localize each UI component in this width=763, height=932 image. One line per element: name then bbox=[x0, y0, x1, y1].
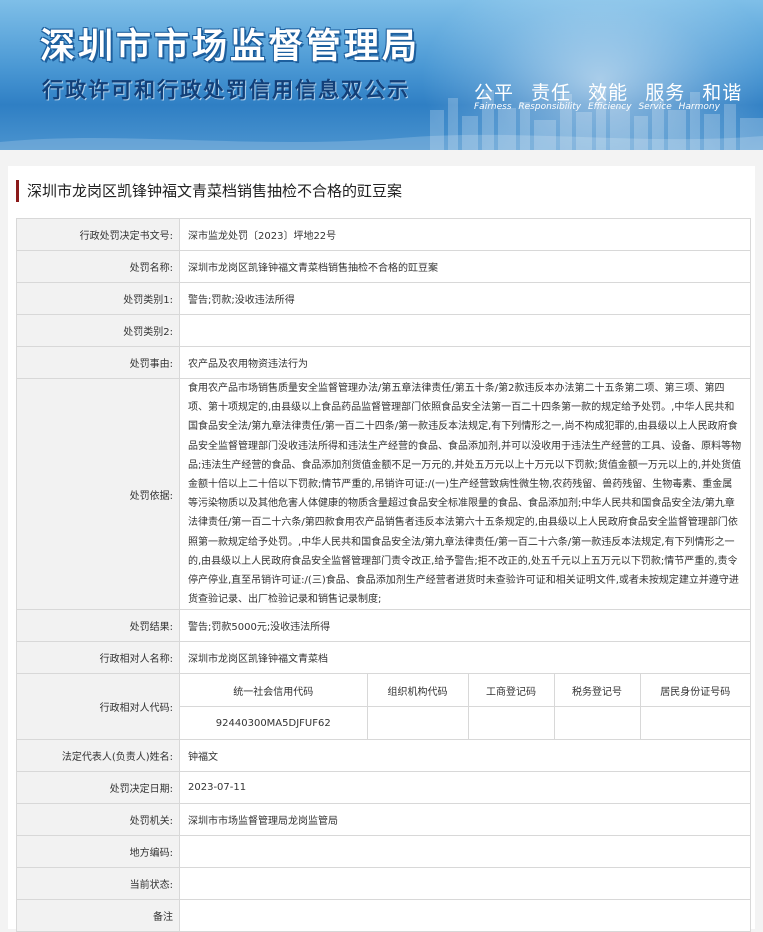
table-row: 行政相对人代码: 统一社会信用代码 组织机构代码 工商登记码 税务登记号 居民身… bbox=[16, 673, 751, 741]
site-subtitle: 行政许可和行政处罚信用信息双公示 bbox=[42, 78, 410, 102]
penalty-info-table: 行政处罚决定书文号: 深市监龙处罚〔2023〕坪地22号 处罚名称: 深圳市龙岗… bbox=[16, 218, 751, 932]
slogan-en-item: Fairness bbox=[474, 102, 512, 112]
table-row: 当前状态: bbox=[16, 867, 751, 901]
party-code-label: 行政相对人代码: bbox=[16, 673, 180, 741]
legal-rep-label: 法定代表人(负责人)姓名: bbox=[16, 739, 180, 773]
table-row: 处罚依据: 食用农产品市场销售质量安全监督管理办法/第五章法律责任/第五十条/第… bbox=[16, 377, 751, 611]
page-title: 深圳市龙岗区凯锋钟福文青菜档销售抽检不合格的豇豆案 bbox=[16, 180, 402, 202]
site-title: 深圳市市场监督管理局 bbox=[40, 27, 421, 67]
table-row: 法定代表人(负责人)姓名: 钟福文 bbox=[16, 739, 751, 773]
result-label: 处罚结果: bbox=[16, 609, 180, 643]
remark-label: 备注 bbox=[16, 899, 180, 932]
table-row: 处罚机关: 深圳市市场监督管理局龙岗监管局 bbox=[16, 803, 751, 837]
authority-label: 处罚机关: bbox=[16, 803, 180, 837]
party-code-header-row: 统一社会信用代码 组织机构代码 工商登记码 税务登记号 居民身份证号码 bbox=[180, 674, 750, 708]
party-code-header: 居民身份证号码 bbox=[639, 674, 750, 708]
table-row: 行政相对人名称: 深圳市龙岗区凯锋钟福文青菜档 bbox=[16, 641, 751, 675]
category2-value bbox=[179, 314, 751, 347]
slogan-en-item: Harmony bbox=[678, 102, 720, 112]
slogan-en-item: Service bbox=[638, 102, 672, 112]
slogan-item: 服务 bbox=[645, 82, 686, 104]
authority-value: 深圳市市场监督管理局龙岗监管局 bbox=[179, 803, 751, 837]
table-row: 处罚名称: 深圳市龙岗区凯锋钟福文青菜档销售抽检不合格的豇豆案 bbox=[16, 250, 751, 283]
party-name-label: 行政相对人名称: bbox=[16, 641, 180, 675]
decision-date-label: 处罚决定日期: bbox=[16, 771, 180, 805]
party-name-value: 深圳市龙岗区凯锋钟福文青菜档 bbox=[179, 641, 751, 675]
site-banner: 深圳市市场监督管理局 行政许可和行政处罚信用信息双公示 公平 责任 效能 服务 … bbox=[0, 0, 763, 150]
party-code-header: 税务登记号 bbox=[553, 674, 641, 708]
remark-value bbox=[179, 899, 751, 932]
table-row: 处罚类别1: 警告;罚款;没收违法所得 bbox=[16, 282, 751, 315]
category2-label: 处罚类别2: bbox=[16, 314, 180, 347]
reason-label: 处罚事由: bbox=[16, 346, 180, 379]
slogan-item: 和谐 bbox=[702, 82, 743, 104]
basis-label: 处罚依据: bbox=[16, 377, 180, 611]
slogan-item: 效能 bbox=[588, 82, 629, 104]
area-code-label: 地方编码: bbox=[16, 835, 180, 869]
id-card-value bbox=[639, 706, 750, 740]
content-panel: 深圳市龙岗区凯锋钟福文青菜档销售抽检不合格的豇豆案 行政处罚决定书文号: 深市监… bbox=[8, 166, 755, 932]
slogan-item: 公平 bbox=[474, 82, 515, 104]
slogan-item: 责任 bbox=[531, 82, 572, 104]
table-row: 地方编码: bbox=[16, 835, 751, 869]
slogan-en-item: Efficiency bbox=[587, 102, 632, 112]
party-code-cell: 统一社会信用代码 组织机构代码 工商登记码 税务登记号 居民身份证号码 9244… bbox=[179, 673, 751, 741]
area-code-value bbox=[179, 835, 751, 869]
slogan-cn: 公平 责任 效能 服务 和谐 bbox=[474, 78, 752, 105]
doc-number-label: 行政处罚决定书文号: bbox=[16, 218, 180, 251]
status-value bbox=[179, 867, 751, 901]
party-code-table: 统一社会信用代码 组织机构代码 工商登记码 税务登记号 居民身份证号码 9244… bbox=[180, 674, 750, 740]
doc-number-value: 深市监龙处罚〔2023〕坪地22号 bbox=[179, 218, 751, 251]
status-label: 当前状态: bbox=[16, 867, 180, 901]
basis-value: 食用农产品市场销售质量安全监督管理办法/第五章法律责任/第五十条/第2款违反本办… bbox=[179, 377, 751, 611]
table-row: 处罚结果: 警告;罚款5000元;没收违法所得 bbox=[16, 609, 751, 643]
tax-reg-value bbox=[553, 706, 641, 740]
party-code-header: 工商登记码 bbox=[467, 674, 555, 708]
org-code-value bbox=[366, 706, 469, 740]
penalty-name-value: 深圳市龙岗区凯锋钟福文青菜档销售抽检不合格的豇豆案 bbox=[179, 250, 751, 283]
category1-label: 处罚类别1: bbox=[16, 282, 180, 315]
table-row: 处罚类别2: bbox=[16, 314, 751, 347]
table-row: 处罚决定日期: 2023-07-11 bbox=[16, 771, 751, 805]
table-row: 备注 bbox=[16, 899, 751, 932]
party-code-header: 统一社会信用代码 bbox=[180, 674, 368, 708]
decision-date-value: 2023-07-11 bbox=[179, 771, 751, 805]
slogan-en: Fairness Responsibility Efficiency Servi… bbox=[474, 102, 724, 112]
penalty-name-label: 处罚名称: bbox=[16, 250, 180, 283]
reason-value: 农产品及农用物资违法行为 bbox=[179, 346, 751, 379]
table-row: 行政处罚决定书文号: 深市监龙处罚〔2023〕坪地22号 bbox=[16, 218, 751, 251]
category1-value: 警告;罚款;没收违法所得 bbox=[179, 282, 751, 315]
legal-rep-value: 钟福文 bbox=[179, 739, 751, 773]
business-reg-value bbox=[467, 706, 555, 740]
result-value: 警告;罚款5000元;没收违法所得 bbox=[179, 609, 751, 643]
party-code-value-row: 92440300MA5DJFUF62 bbox=[180, 706, 750, 740]
credit-code-value: 92440300MA5DJFUF62 bbox=[180, 706, 368, 740]
table-row: 处罚事由: 农产品及农用物资违法行为 bbox=[16, 346, 751, 379]
slogan-en-item: Responsibility bbox=[518, 102, 582, 112]
party-code-header: 组织机构代码 bbox=[366, 674, 469, 708]
